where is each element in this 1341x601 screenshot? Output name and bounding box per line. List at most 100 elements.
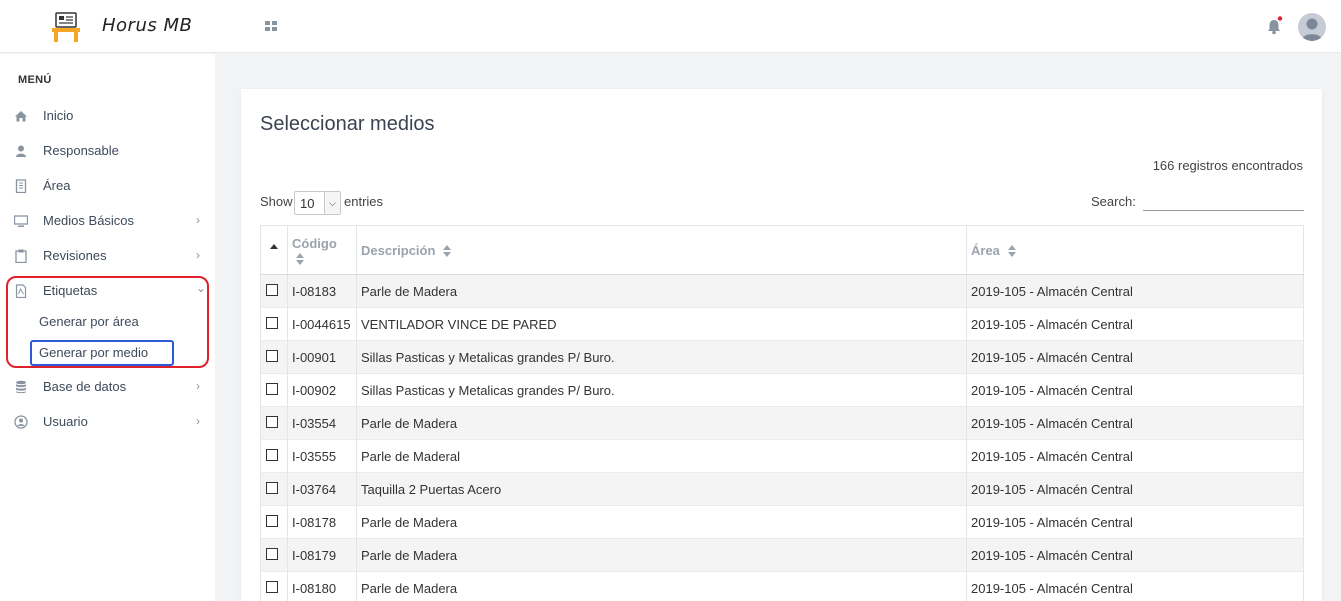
cell-codigo: I-03555	[287, 439, 357, 473]
table-row[interactable]: I-08178 Parle de Madera 2019-105 - Almac…	[260, 505, 1304, 539]
logo-icon	[52, 12, 80, 42]
sidebar-item-label: Inicio	[43, 108, 74, 123]
cell-descripcion: Taquilla 2 Puertas Acero	[356, 472, 967, 506]
row-checkbox[interactable]	[266, 416, 278, 429]
cell-area: 2019-105 - Almacén Central	[966, 274, 1304, 308]
cell-area: 2019-105 - Almacén Central	[966, 571, 1304, 601]
row-checkbox[interactable]	[266, 515, 278, 528]
cell-area: 2019-105 - Almacén Central	[966, 505, 1304, 539]
header-descripcion[interactable]: Descripción	[356, 225, 967, 275]
chevron-right-icon: ›	[196, 213, 200, 227]
cell-area: 2019-105 - Almacén Central	[966, 538, 1304, 572]
row-checkbox[interactable]	[266, 317, 278, 330]
cell-descripcion: Parle de Maderal	[356, 439, 967, 473]
sidebar-item-base-de-datos[interactable]: Base de datos ›	[0, 370, 215, 405]
sort-icon	[443, 244, 452, 257]
grid-menu-icon[interactable]	[264, 19, 278, 33]
header-select-all[interactable]	[260, 225, 288, 275]
chevron-down-icon: ⌵	[324, 192, 340, 214]
row-checkbox[interactable]	[266, 581, 278, 594]
sidebar-item-label: Revisiones	[43, 248, 107, 263]
user-circle-icon	[14, 415, 28, 429]
table-row[interactable]: I-00901 Sillas Pasticas y Metalicas gran…	[260, 340, 1304, 374]
cell-descripcion: Parle de Madera	[356, 571, 967, 601]
building-icon	[15, 179, 27, 193]
row-checkbox[interactable]	[266, 284, 278, 297]
sidebar-item-usuario[interactable]: Usuario ›	[0, 405, 215, 440]
chevron-right-icon: ›	[196, 248, 200, 262]
bell-icon[interactable]	[1265, 16, 1283, 36]
sidebar-item-revisiones[interactable]: Revisiones ›	[0, 239, 215, 274]
cell-codigo: I-03764	[287, 472, 357, 506]
cell-descripcion: Sillas Pasticas y Metalicas grandes P/ B…	[356, 373, 967, 407]
monitor-icon	[14, 215, 28, 227]
show-label: Show	[260, 194, 293, 209]
user-avatar-icon	[1301, 18, 1323, 41]
cell-area: 2019-105 - Almacén Central	[966, 439, 1304, 473]
table-row[interactable]: I-0044615 VENTILADOR VINCE DE PARED 2019…	[260, 307, 1304, 341]
data-table: Código Descripción Área I-08183 Parle de…	[260, 225, 1304, 601]
cell-area: 2019-105 - Almacén Central	[966, 340, 1304, 374]
cell-descripcion: Parle de Madera	[356, 505, 967, 539]
row-checkbox[interactable]	[266, 350, 278, 363]
search-input[interactable]	[1143, 189, 1304, 211]
sort-icon	[1007, 244, 1016, 257]
app-title: Horus MB	[102, 15, 193, 36]
sidebar-item-label: Área	[43, 178, 71, 193]
highlight-box-blue	[30, 340, 174, 366]
top-bar: Horus MB	[0, 0, 1341, 53]
cell-codigo: I-00902	[287, 373, 357, 407]
cell-area: 2019-105 - Almacén Central	[966, 307, 1304, 341]
table-row[interactable]: I-08180 Parle de Madera 2019-105 - Almac…	[260, 571, 1304, 601]
sort-asc-icon	[270, 244, 278, 250]
entries-select-value: 10	[300, 196, 315, 211]
table-row[interactable]: I-03764 Taquilla 2 Puertas Acero 2019-10…	[260, 472, 1304, 506]
table-row[interactable]: I-08179 Parle de Madera 2019-105 - Almac…	[260, 538, 1304, 572]
row-checkbox[interactable]	[266, 482, 278, 495]
entries-label: entries	[344, 194, 384, 209]
table-row[interactable]: I-00902 Sillas Pasticas y Metalicas gran…	[260, 373, 1304, 407]
table-row[interactable]: I-03555 Parle de Maderal 2019-105 - Alma…	[260, 439, 1304, 473]
cell-codigo: I-08183	[287, 274, 357, 308]
main-card: Seleccionar medios 166 registros encontr…	[241, 89, 1322, 601]
table-row[interactable]: I-08183 Parle de Madera 2019-105 - Almac…	[260, 274, 1304, 308]
sidebar-item-label: Base de datos	[43, 379, 127, 394]
chevron-right-icon: ›	[196, 414, 200, 428]
cell-codigo: I-08179	[287, 538, 357, 572]
cell-descripcion: Parle de Madera	[356, 274, 967, 308]
sidebar-item-label: Medios Básicos	[43, 213, 135, 228]
entries-select[interactable]: 10 ⌵	[294, 191, 341, 215]
avatar[interactable]	[1298, 13, 1326, 41]
sidebar-item-medios-basicos[interactable]: Medios Básicos ›	[0, 204, 215, 239]
page-title: Seleccionar medios	[260, 113, 435, 135]
cell-descripcion: Parle de Madera	[356, 538, 967, 572]
cell-codigo: I-00901	[287, 340, 357, 374]
cell-area: 2019-105 - Almacén Central	[966, 472, 1304, 506]
row-checkbox[interactable]	[266, 548, 278, 561]
sort-icon	[296, 253, 304, 266]
notification-dot	[1277, 16, 1283, 21]
home-icon	[15, 111, 27, 122]
row-checkbox[interactable]	[266, 383, 278, 396]
header-area[interactable]: Área	[966, 225, 1304, 275]
sidebar-item-inicio[interactable]: Inicio	[0, 99, 215, 134]
sidebar: MENÚ Inicio Responsable Área Medios Bási…	[0, 54, 215, 601]
cell-descripcion: Sillas Pasticas y Metalicas grandes P/ B…	[356, 340, 967, 374]
cell-descripcion: Parle de Madera	[356, 406, 967, 440]
menu-heading: MENÚ	[18, 74, 52, 86]
sidebar-item-responsable[interactable]: Responsable	[0, 134, 215, 169]
cell-codigo: I-08178	[287, 505, 357, 539]
sidebar-item-area[interactable]: Área	[0, 169, 215, 204]
cell-area: 2019-105 - Almacén Central	[966, 373, 1304, 407]
cell-codigo: I-0044615	[287, 307, 357, 341]
records-count: 166 registros encontrados	[1152, 158, 1303, 173]
cell-area: 2019-105 - Almacén Central	[966, 406, 1304, 440]
cell-codigo: I-08180	[287, 571, 357, 601]
row-checkbox[interactable]	[266, 449, 278, 462]
user-icon	[16, 145, 26, 157]
sidebar-item-label: Usuario	[43, 414, 88, 429]
clipboard-icon	[15, 249, 27, 263]
table-header-row: Código Descripción Área	[260, 225, 1304, 275]
table-row[interactable]: I-03554 Parle de Madera 2019-105 - Almac…	[260, 406, 1304, 440]
header-codigo[interactable]: Código	[287, 225, 357, 275]
